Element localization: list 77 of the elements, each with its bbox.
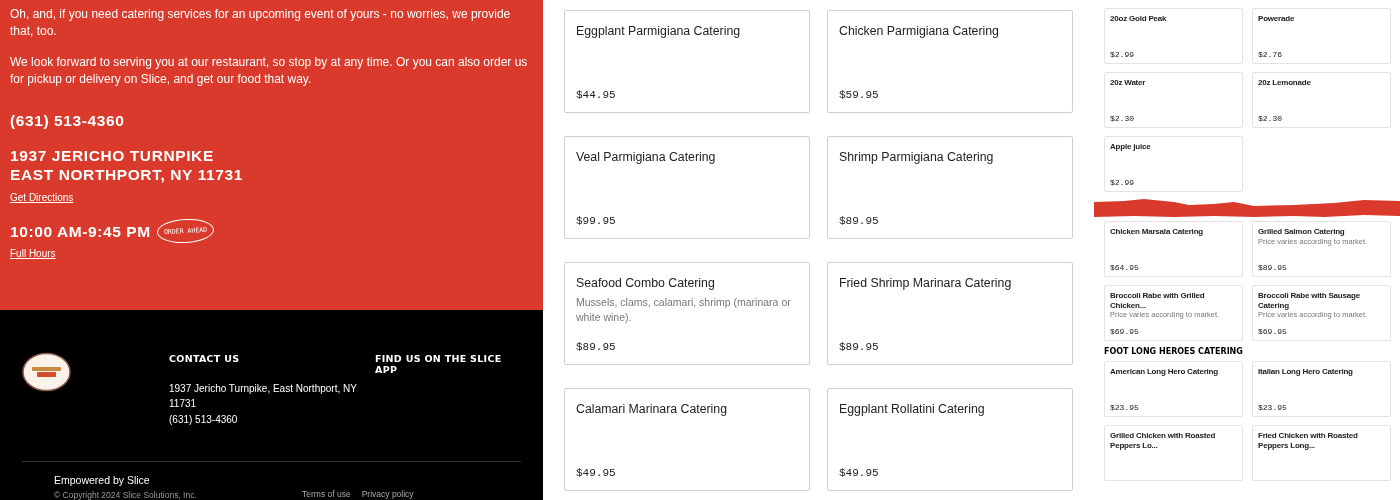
item-price: $69.95	[1110, 327, 1140, 336]
item-price: $99.95	[576, 215, 617, 227]
menu-item-card[interactable]: Fried Chicken with Roasted Peppers Long...	[1252, 425, 1391, 481]
item-name: Seafood Combo Catering	[576, 276, 716, 290]
item-name: Apple juice	[1110, 142, 1152, 152]
address-line: 1937 JERICHO TURNPIKE	[10, 146, 215, 165]
item-name: American Long Hero Catering	[1110, 367, 1219, 377]
menu-item-card[interactable]: 20oz Gold Peak $2.99	[1104, 8, 1243, 64]
menu-item-card[interactable]: 20z Lemonade $2.30	[1252, 72, 1391, 128]
menu-item-card[interactable]: Powerade $2.76	[1252, 8, 1391, 64]
powered-by-text: Empowered by Slice	[54, 474, 151, 486]
item-price: $89.95	[1258, 263, 1288, 272]
item-name: Eggplant Parmigiana Catering	[576, 24, 742, 38]
item-price: $59.95	[839, 89, 880, 101]
menu-item-card[interactable]: Veal Parmigiana Catering $99.95	[564, 136, 810, 239]
item-name: Broccoli Rabe with Grilled Chicken...	[1110, 291, 1206, 310]
menu-item-card[interactable]: Grilled Chicken with Roasted Peppers Lo...	[1104, 425, 1243, 481]
item-price: $89.95	[839, 215, 880, 227]
hours-text: 10:00 AM-9:45 PM	[10, 221, 151, 241]
app-heading: FIND US ON THE SLICE APP	[375, 352, 503, 375]
item-price: $44.95	[576, 89, 617, 101]
item-name: Powerade	[1258, 14, 1296, 24]
menu-item-card[interactable]: Fried Shrimp Marinara Catering $89.95	[827, 262, 1073, 365]
menu-item-card[interactable]: Italian Long Hero Catering $23.95	[1252, 361, 1391, 417]
item-price: $2.30	[1110, 114, 1135, 123]
item-name: 20oz Gold Peak	[1110, 14, 1168, 24]
menu-item-card[interactable]: 20z Water $2.30	[1104, 72, 1243, 128]
address-line: EAST NORTHPORT, NY 11731	[10, 165, 244, 184]
menu-item-card[interactable]: American Long Hero Catering $23.95	[1104, 361, 1243, 417]
item-name: Grilled Salmon Catering	[1258, 227, 1346, 237]
item-name: Eggplant Rollatini Catering	[839, 402, 986, 416]
item-price: $2.30	[1258, 114, 1283, 123]
contact-address: 1937 Jericho Turnpike, East Northport, NY 11731	[169, 381, 358, 411]
item-price: $64.95	[1110, 263, 1140, 272]
hours-link[interactable]: Full Hours	[10, 248, 56, 259]
logo-icon[interactable]	[22, 351, 71, 392]
phone-number: (631) 513-4360	[10, 111, 126, 130]
item-price: $49.95	[576, 467, 617, 479]
item-price: $2.99	[1110, 50, 1135, 59]
menu-item-card[interactable]: Seafood Combo Catering Mussels, clams, calamari, shrimp (marinara or white wine). $89.95	[564, 262, 810, 365]
item-price: $23.95	[1258, 403, 1288, 412]
menu-item-card[interactable]: Eggplant Rollatini Catering $49.95	[827, 388, 1073, 491]
menu-item-card[interactable]: Calamari Marinara Catering $49.95	[564, 388, 810, 491]
item-name: Fried Chicken with Roasted Peppers Long...	[1258, 431, 1359, 450]
item-name: Fried Shrimp Marinara Catering	[839, 276, 1013, 290]
footer-link[interactable]: Terms of use	[302, 489, 351, 500]
item-price: $2.99	[1110, 178, 1135, 187]
item-name: 20z Lemonade	[1258, 78, 1312, 88]
item-name: Grilled Chicken with Roasted Peppers Lo...	[1110, 431, 1217, 450]
item-price: $89.95	[839, 341, 880, 353]
directions-link[interactable]: Get Directions	[10, 192, 74, 203]
item-name: Italian Long Hero Catering	[1258, 367, 1354, 377]
item-price: $49.95	[839, 467, 880, 479]
intro-paragraph: We look forward to serving you at our restaurant, so stop by at any time. Or you can also order us for pickup or delivery on Slice, and get our food that way.	[10, 54, 529, 88]
section-heading: FOOT LONG HEROES CATERING	[1104, 347, 1244, 356]
item-price: $89.95	[576, 341, 617, 353]
item-name: Veal Parmigiana Catering	[576, 150, 717, 164]
contact-phone: (631) 513-4360	[169, 412, 239, 427]
item-name: Shrimp Parmigiana Catering	[839, 150, 995, 164]
menu-item-card[interactable]: Chicken Parmigiana Catering $59.95	[827, 10, 1073, 113]
item-name: Chicken Marsala Catering	[1110, 227, 1204, 237]
menu-item-card[interactable]: Chicken Marsala Catering $64.95	[1104, 221, 1243, 277]
footer-link[interactable]: Privacy policy	[361, 489, 414, 500]
item-price: $69.95	[1258, 327, 1288, 336]
item-name: Chicken Parmigiana Catering	[839, 24, 1000, 38]
item-name: Calamari Marinara Catering	[576, 402, 729, 416]
copyright-text: © Copyright 2024 Slice Solutions, Inc.	[54, 490, 198, 500]
intro-paragraph: Oh, and, if you need catering services for an upcoming event of yours - no worries, we provide that, too.	[10, 6, 512, 40]
item-name: 20z Water	[1110, 78, 1147, 88]
contact-heading: CONTACT US	[169, 352, 241, 364]
menu-item-card[interactable]: Shrimp Parmigiana Catering $89.95	[827, 136, 1073, 239]
menu-item-card[interactable]: Eggplant Parmigiana Catering $44.95	[564, 10, 810, 113]
item-name: Broccoli Rabe with Sausage Catering	[1258, 291, 1361, 310]
item-price: $2.76	[1258, 50, 1283, 59]
item-description: Mussels, clams, calamari, shrimp (marinara or white wine).	[576, 295, 792, 325]
item-price: $23.95	[1110, 403, 1140, 412]
menu-item-card[interactable]: Apple juice $2.99	[1104, 136, 1243, 192]
